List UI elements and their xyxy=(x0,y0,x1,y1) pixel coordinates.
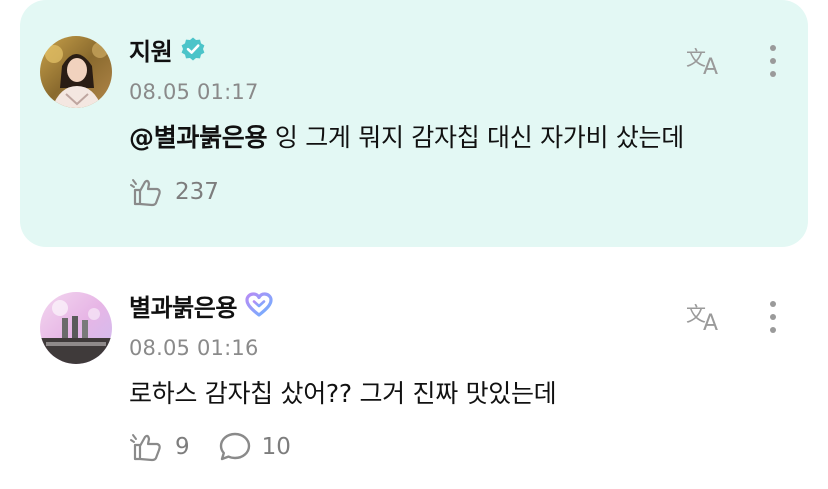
mention-link[interactable]: @별과붉은용 xyxy=(129,123,268,152)
comment-text: @별과붉은용 잉 그게 뭐지 감자칩 대신 자가비 샀는데 xyxy=(129,120,749,155)
translate-button[interactable]: 文 A xyxy=(684,42,726,78)
more-options-button[interactable] xyxy=(763,297,783,337)
more-vertical-icon xyxy=(770,45,776,51)
reply-button[interactable]: 10 xyxy=(218,431,291,463)
comment-body: 잉 그게 뭐지 감자칩 대신 자가비 샀는데 xyxy=(267,123,684,152)
comment-timestamp: 08.05 01:16 xyxy=(129,336,259,360)
more-vertical-icon xyxy=(770,301,776,307)
comment-timestamp: 08.05 01:17 xyxy=(129,80,259,104)
verified-check-icon xyxy=(180,36,206,62)
reply-bubble-icon xyxy=(219,432,250,461)
translate-icon: 文 A xyxy=(686,46,718,77)
like-icon xyxy=(130,179,161,207)
like-count: 9 xyxy=(175,434,190,460)
author-name[interactable]: 별과붉은용 xyxy=(129,288,237,323)
svg-text:A: A xyxy=(703,55,718,77)
svg-text:A: A xyxy=(703,311,718,333)
like-count: 237 xyxy=(175,179,219,205)
author-name[interactable]: 지원 xyxy=(129,32,173,67)
comment-actions: 237 xyxy=(129,176,247,208)
comment-author-row: 별과붉은용 xyxy=(129,288,273,322)
reply-count: 10 xyxy=(261,434,291,460)
comment-actions: 9 10 xyxy=(129,431,319,463)
comment-author-row: 지원 xyxy=(129,32,206,66)
translate-button[interactable]: 文 A xyxy=(684,298,726,334)
like-button[interactable]: 237 xyxy=(129,176,219,208)
translate-icon: 文 A xyxy=(686,302,718,333)
avatar[interactable] xyxy=(40,36,112,108)
heart-badge-icon xyxy=(245,292,273,318)
comment-text: 로하스 감자칩 샀어?? 그거 진짜 맛있는데 xyxy=(129,379,557,408)
avatar[interactable] xyxy=(40,292,112,364)
like-icon xyxy=(130,434,161,462)
like-button[interactable]: 9 xyxy=(129,431,190,463)
more-options-button[interactable] xyxy=(763,41,783,81)
